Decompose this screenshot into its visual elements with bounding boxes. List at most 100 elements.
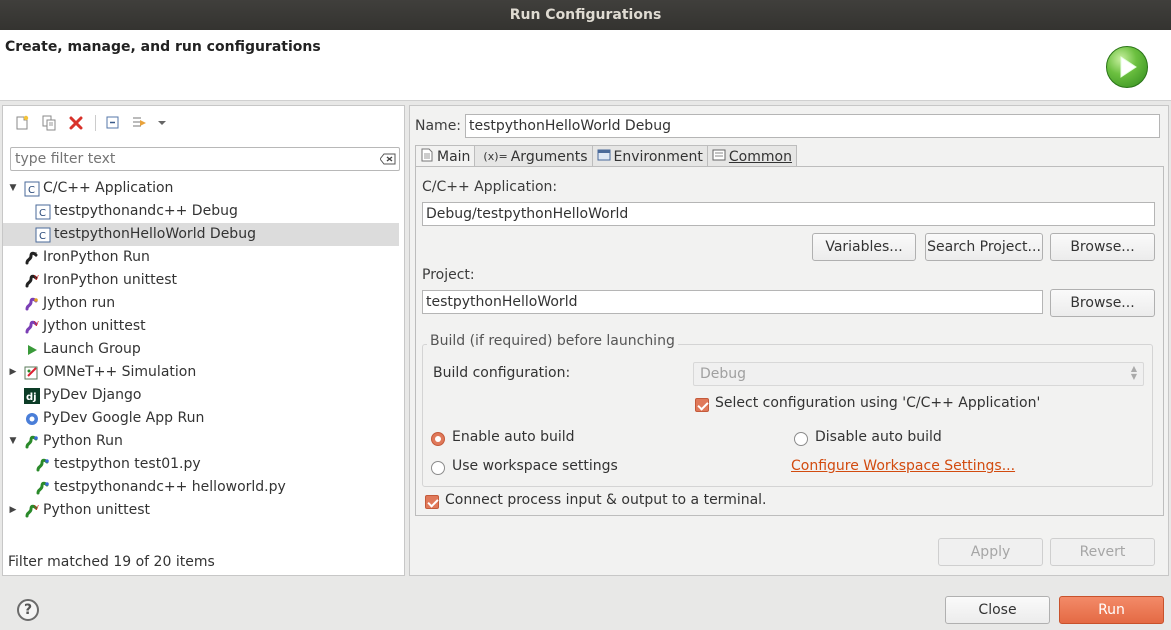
tree-item-testpythonandcpp-debug[interactable]: C testpythonandc++ Debug bbox=[3, 200, 404, 223]
tree-item-label: IronPython Run bbox=[43, 249, 150, 265]
enable-auto-build-label: Enable auto build bbox=[452, 429, 575, 445]
omnet-icon bbox=[24, 365, 40, 381]
browse-application-button[interactable]: Browse... bbox=[1050, 233, 1155, 261]
expand-chevron-right-icon[interactable]: ▶ bbox=[8, 499, 18, 522]
help-icon[interactable]: ? bbox=[17, 599, 39, 621]
tree-item-python-run[interactable]: ▼ Python Run bbox=[3, 430, 404, 453]
tree-item-label: testpythonHelloWorld Debug bbox=[54, 226, 256, 242]
name-input[interactable] bbox=[465, 114, 1160, 138]
project-input[interactable] bbox=[422, 290, 1043, 314]
svg-text:C: C bbox=[39, 208, 46, 219]
clear-filter-icon[interactable] bbox=[379, 153, 396, 169]
google-app-icon bbox=[24, 411, 40, 427]
select-arrows-icon: ▲ ▼ bbox=[1130, 364, 1137, 381]
delete-configuration-icon[interactable] bbox=[65, 113, 87, 133]
tab-environment[interactable]: Environment bbox=[591, 145, 708, 167]
tree-item-label: PyDev Django bbox=[43, 387, 142, 403]
disable-auto-build-radio[interactable] bbox=[794, 432, 808, 446]
common-tab-icon bbox=[712, 148, 726, 166]
configure-workspace-settings-link[interactable]: Configure Workspace Settings... bbox=[791, 458, 1015, 474]
tree-item-label: PyDev Google App Run bbox=[43, 410, 205, 426]
tree-item-label: Python Run bbox=[43, 433, 123, 449]
tab-common[interactable]: Common bbox=[706, 145, 797, 167]
tree-item-jython-unittest[interactable]: V Jython unittest bbox=[3, 315, 404, 338]
dialog-header: Create, manage, and run configurations bbox=[0, 30, 1171, 101]
run-button[interactable]: Run bbox=[1059, 596, 1164, 624]
svg-text:dj: dj bbox=[26, 392, 37, 403]
tree-item-label: IronPython unittest bbox=[43, 272, 178, 288]
svg-text:V: V bbox=[34, 274, 39, 282]
disable-auto-build-label: Disable auto build bbox=[815, 429, 942, 445]
tree-item-testpythonhelloworld-debug[interactable]: C testpythonHelloWorld Debug bbox=[3, 223, 399, 246]
name-label: Name: bbox=[415, 118, 462, 134]
browse-project-button[interactable]: Browse... bbox=[1050, 289, 1155, 317]
arguments-tab-icon: (x)= bbox=[483, 150, 508, 163]
tree-item-ironpython-run[interactable]: I IronPython Run bbox=[3, 246, 404, 269]
svg-text:I: I bbox=[35, 251, 37, 259]
close-button[interactable]: Close bbox=[945, 596, 1050, 624]
tree-item-testpython-test01[interactable]: testpython test01.py bbox=[3, 453, 404, 476]
tab-arguments[interactable]: (x)= Arguments bbox=[474, 145, 593, 167]
project-label: Project: bbox=[422, 267, 475, 283]
tree-item-launch-group[interactable]: Launch Group bbox=[3, 338, 404, 361]
python-config-icon bbox=[35, 480, 51, 496]
tree-item-label: testpythonandc++ helloworld.py bbox=[54, 479, 286, 495]
tree-item-pydev-django[interactable]: dj PyDev Django bbox=[3, 384, 404, 407]
window-titlebar: Run Configurations bbox=[0, 0, 1171, 30]
connect-terminal-checkbox[interactable] bbox=[425, 495, 439, 509]
main-tab-content: C/C++ Application: Variables... Search P… bbox=[415, 166, 1164, 516]
filter-input[interactable] bbox=[11, 148, 371, 170]
variables-button[interactable]: Variables... bbox=[812, 233, 916, 261]
tree-item-testpythonandcpp-helloworld[interactable]: testpythonandc++ helloworld.py bbox=[3, 476, 404, 499]
svg-text:C: C bbox=[39, 231, 46, 242]
tree-item-label: Jython unittest bbox=[43, 318, 146, 334]
search-project-button[interactable]: Search Project... bbox=[925, 233, 1043, 261]
filter-field[interactable] bbox=[10, 147, 400, 171]
filter-configurations-icon[interactable] bbox=[129, 113, 151, 133]
use-workspace-settings-radio[interactable] bbox=[431, 461, 445, 475]
cpp-application-input[interactable] bbox=[422, 202, 1155, 226]
tree-item-label: OMNeT++ Simulation bbox=[43, 364, 197, 380]
apply-button[interactable]: Apply bbox=[938, 538, 1043, 566]
tree-item-jython-run[interactable]: Jython run bbox=[3, 292, 404, 315]
c-config-icon: C bbox=[35, 204, 51, 220]
tree-item-label: testpython test01.py bbox=[54, 456, 201, 472]
tree-item-label: testpythonandc++ Debug bbox=[54, 203, 238, 219]
connect-terminal-label: Connect process input & output to a term… bbox=[445, 492, 767, 508]
main-tab-icon bbox=[420, 148, 434, 166]
tree-item-ironpython-unittest[interactable]: V IronPython unittest bbox=[3, 269, 404, 292]
expand-chevron-down-icon[interactable]: ▼ bbox=[8, 430, 18, 453]
configurations-tree: ▼ C C/C++ Application C testpythonandc++… bbox=[3, 177, 404, 522]
tree-item-cpp-application[interactable]: ▼ C C/C++ Application bbox=[3, 177, 404, 200]
c-config-icon: C bbox=[35, 227, 51, 243]
expand-chevron-right-icon[interactable]: ▶ bbox=[8, 361, 18, 384]
tree-item-pydev-google-app-run[interactable]: PyDev Google App Run bbox=[3, 407, 404, 430]
launch-group-icon bbox=[24, 342, 40, 358]
tree-item-omnet-simulation[interactable]: ▶ OMNeT++ Simulation bbox=[3, 361, 404, 384]
select-configuration-checkbox[interactable] bbox=[695, 398, 709, 412]
cpp-application-label: C/C++ Application: bbox=[422, 179, 558, 195]
configurations-toolbar bbox=[11, 113, 173, 133]
python-config-icon bbox=[35, 457, 51, 473]
expand-chevron-down-icon[interactable]: ▼ bbox=[8, 177, 18, 200]
svg-text:C: C bbox=[28, 185, 35, 196]
build-configuration-label: Build configuration: bbox=[433, 365, 571, 381]
enable-auto-build-radio[interactable] bbox=[431, 432, 445, 446]
new-configuration-icon[interactable] bbox=[11, 113, 33, 133]
use-workspace-settings-label: Use workspace settings bbox=[452, 458, 618, 474]
duplicate-configuration-icon[interactable] bbox=[38, 113, 60, 133]
toolbar-separator bbox=[95, 115, 96, 131]
tab-main[interactable]: Main bbox=[415, 145, 476, 168]
toolbar-menu-chevron-down-icon[interactable] bbox=[156, 113, 168, 133]
python-unittest-icon: V bbox=[24, 503, 40, 519]
collapse-all-icon[interactable] bbox=[102, 113, 124, 133]
tree-item-python-unittest[interactable]: ▶ V Python unittest bbox=[3, 499, 404, 522]
tree-item-label: C/C++ Application bbox=[43, 180, 174, 196]
configurations-panel: ▼ C C/C++ Application C testpythonandc++… bbox=[2, 105, 405, 576]
dialog-header-title: Create, manage, and run configurations bbox=[5, 39, 321, 55]
filter-status-text: Filter matched 19 of 20 items bbox=[8, 554, 215, 570]
tab-label: Main bbox=[437, 149, 471, 165]
jython-icon bbox=[24, 296, 40, 312]
revert-button[interactable]: Revert bbox=[1050, 538, 1155, 566]
ironpython-unittest-icon: V bbox=[24, 273, 40, 289]
